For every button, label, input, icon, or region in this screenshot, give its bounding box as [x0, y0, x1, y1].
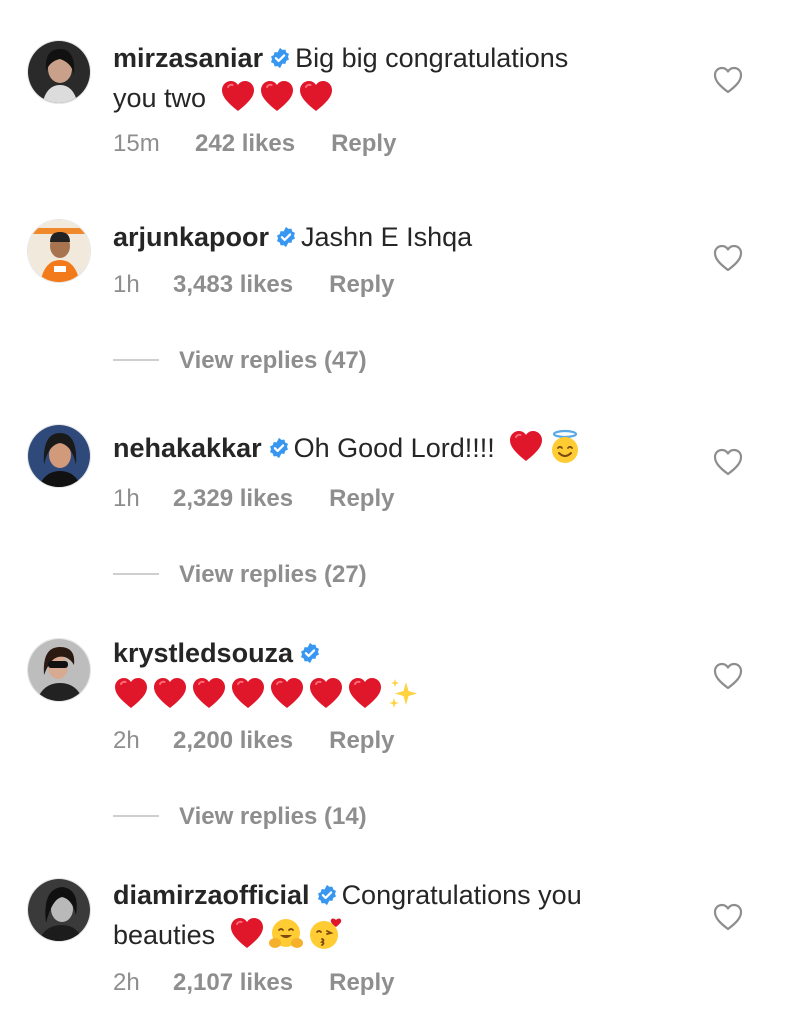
red-heart-icon — [229, 916, 265, 952]
reply-button[interactable]: Reply — [329, 271, 394, 299]
avatar[interactable] — [27, 878, 91, 942]
comment-time: 2h — [113, 969, 140, 996]
divider — [113, 573, 159, 575]
red-heart-icon — [113, 676, 149, 712]
comment-text: Big big congratulations — [295, 43, 569, 73]
comment-text-line: arjunkapoor Jashn E Ishqa — [113, 217, 673, 257]
username[interactable]: krystledsouza — [113, 638, 293, 668]
red-heart-icon — [269, 676, 305, 712]
like-heart-icon[interactable] — [712, 65, 744, 95]
divider — [113, 815, 159, 817]
sparkles-icon — [386, 676, 422, 712]
comment-text-line: nehakakkar Oh Good Lord!!!! — [113, 428, 673, 468]
view-replies-button[interactable]: View replies (27) — [113, 561, 367, 589]
like-heart-icon[interactable] — [712, 243, 744, 273]
verified-badge-icon — [269, 47, 291, 69]
red-heart-icon — [508, 429, 544, 465]
like-heart-icon[interactable] — [712, 902, 744, 932]
divider — [113, 359, 159, 361]
avatar[interactable] — [27, 40, 91, 104]
reply-button[interactable]: Reply — [329, 485, 394, 513]
username[interactable]: mirzasaniar — [113, 43, 263, 73]
comment-time: 1h — [113, 271, 140, 298]
reply-button[interactable]: Reply — [331, 130, 396, 158]
comment-time: 2h — [113, 727, 140, 754]
comment-text-line: beauties — [113, 915, 673, 955]
view-replies-button[interactable]: View replies (14) — [113, 803, 367, 831]
username[interactable]: diamirzaofficial — [113, 880, 310, 910]
comment-text-line: you two — [113, 78, 673, 118]
avatar[interactable] — [27, 424, 91, 488]
comment-meta: 1h 2,329 likes Reply — [113, 485, 394, 513]
like-heart-icon[interactable] — [712, 661, 744, 691]
view-replies-label: View replies (14) — [179, 803, 367, 830]
kissing-face-icon — [307, 916, 343, 952]
view-replies-button[interactable]: View replies (47) — [113, 347, 367, 375]
red-heart-icon — [230, 676, 266, 712]
red-heart-icon — [347, 676, 383, 712]
comment-meta: 1h 3,483 likes Reply — [113, 271, 394, 299]
view-replies-label: View replies (27) — [179, 561, 367, 588]
red-heart-icon — [220, 79, 256, 115]
comment-text-line: diamirzaofficial Congratulations you — [113, 875, 673, 915]
reply-button[interactable]: Reply — [329, 969, 394, 997]
red-heart-icon — [259, 79, 295, 115]
comment-meta: 2h 2,200 likes Reply — [113, 727, 394, 755]
comment-text-line: mirzasaniar Big big congratulations — [113, 38, 673, 78]
comment-text: Congratulations you — [341, 880, 582, 910]
comment-text: beauties — [113, 920, 216, 950]
hugging-face-icon — [268, 916, 304, 952]
halo-smiley-icon — [547, 429, 583, 465]
avatar[interactable] — [27, 638, 91, 702]
comment-text: you two — [113, 83, 207, 113]
red-heart-icon — [191, 676, 227, 712]
view-replies-label: View replies (47) — [179, 347, 367, 374]
verified-badge-icon — [299, 642, 321, 664]
likes-count[interactable]: 2,200 likes — [173, 727, 293, 755]
likes-count[interactable]: 2,329 likes — [173, 485, 293, 513]
avatar[interactable] — [27, 219, 91, 283]
likes-count[interactable]: 3,483 likes — [173, 271, 293, 299]
red-heart-icon — [152, 676, 188, 712]
username[interactable]: arjunkapoor — [113, 222, 269, 252]
comment-meta: 2h 2,107 likes Reply — [113, 969, 394, 997]
verified-badge-icon — [316, 884, 338, 906]
username[interactable]: nehakakkar — [113, 433, 262, 463]
reply-button[interactable]: Reply — [329, 727, 394, 755]
comment-text-line: krystledsouza — [113, 633, 673, 673]
comment-time: 15m — [113, 130, 160, 157]
red-heart-icon — [298, 79, 334, 115]
comment-text-line — [113, 675, 673, 715]
verified-badge-icon — [268, 437, 290, 459]
comment-meta: 15m 242 likes Reply — [113, 130, 396, 158]
like-heart-icon[interactable] — [712, 447, 744, 477]
likes-count[interactable]: 242 likes — [195, 130, 295, 158]
red-heart-icon — [308, 676, 344, 712]
likes-count[interactable]: 2,107 likes — [173, 969, 293, 997]
verified-badge-icon — [275, 226, 297, 248]
comment-time: 1h — [113, 485, 140, 512]
comment-text: Oh Good Lord!!!! — [293, 433, 495, 463]
comment-text: Jashn E Ishqa — [301, 222, 473, 252]
